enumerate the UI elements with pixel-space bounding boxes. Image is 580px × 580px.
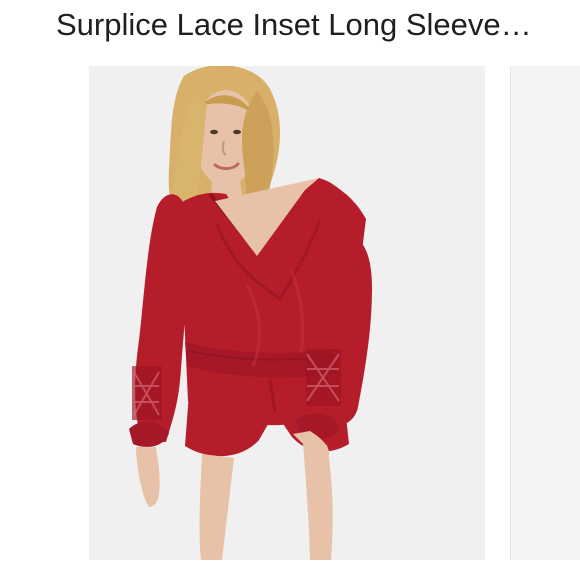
- product-title: Surplice Lace Inset Long Sleeve…: [56, 7, 532, 42]
- product-listing-screen: Surplice Lace Inset Long Sleeve…: [0, 0, 580, 580]
- product-image-card[interactable]: [89, 66, 485, 560]
- next-product-image[interactable]: [511, 66, 580, 560]
- next-product-image-peek[interactable]: [510, 66, 580, 560]
- product-image[interactable]: [89, 66, 485, 560]
